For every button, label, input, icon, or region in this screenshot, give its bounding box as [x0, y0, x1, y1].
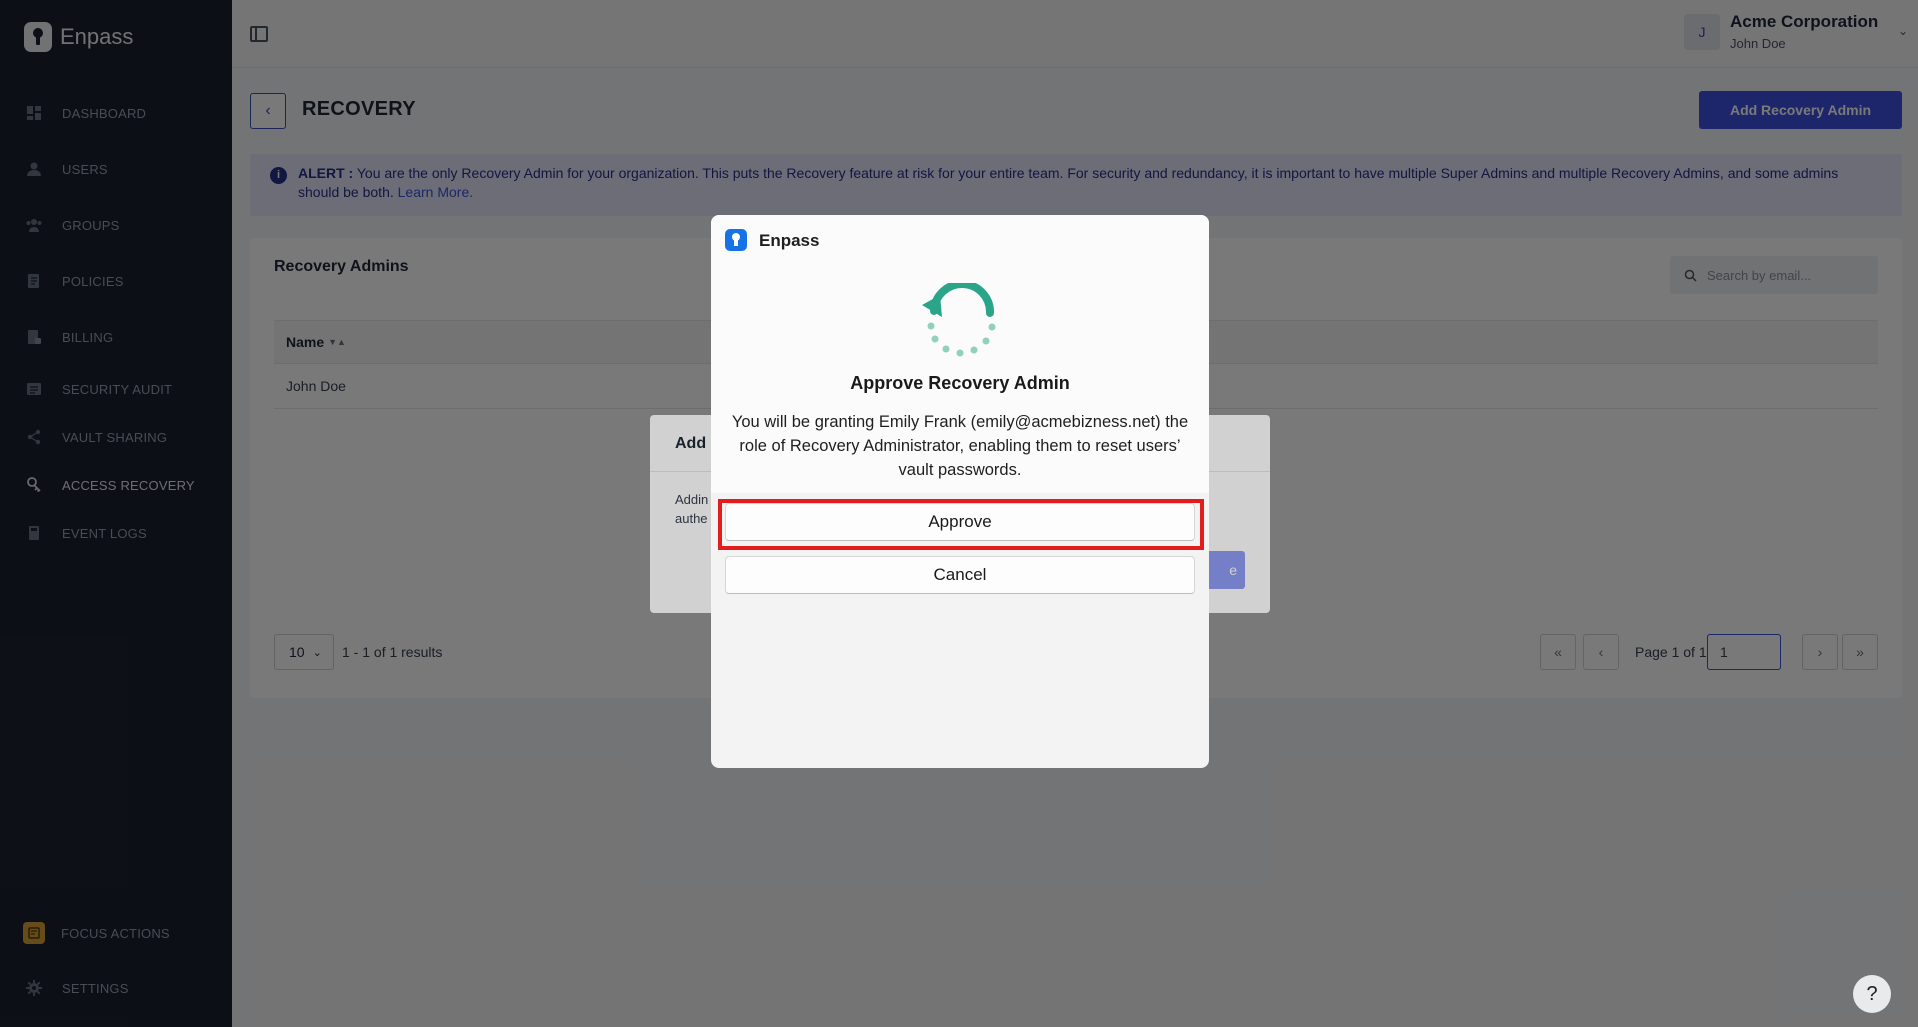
approve-dialog: Enpass Approve Recovery Admin You will b… — [711, 215, 1209, 768]
recovery-icon — [922, 283, 996, 357]
approve-highlight-box — [718, 499, 1204, 550]
enpass-logo-icon — [725, 229, 747, 251]
dialog-app-name: Enpass — [759, 231, 820, 250]
dialog-heading: Approve Recovery Admin — [850, 373, 1070, 393]
dialog-body: You will be granting Emily Frank (emily@… — [731, 413, 1189, 479]
cancel-button[interactable]: Cancel — [725, 556, 1195, 594]
help-button[interactable]: ? — [1853, 975, 1891, 1013]
dialog-content: Enpass Approve Recovery Admin You will b… — [711, 215, 1209, 493]
